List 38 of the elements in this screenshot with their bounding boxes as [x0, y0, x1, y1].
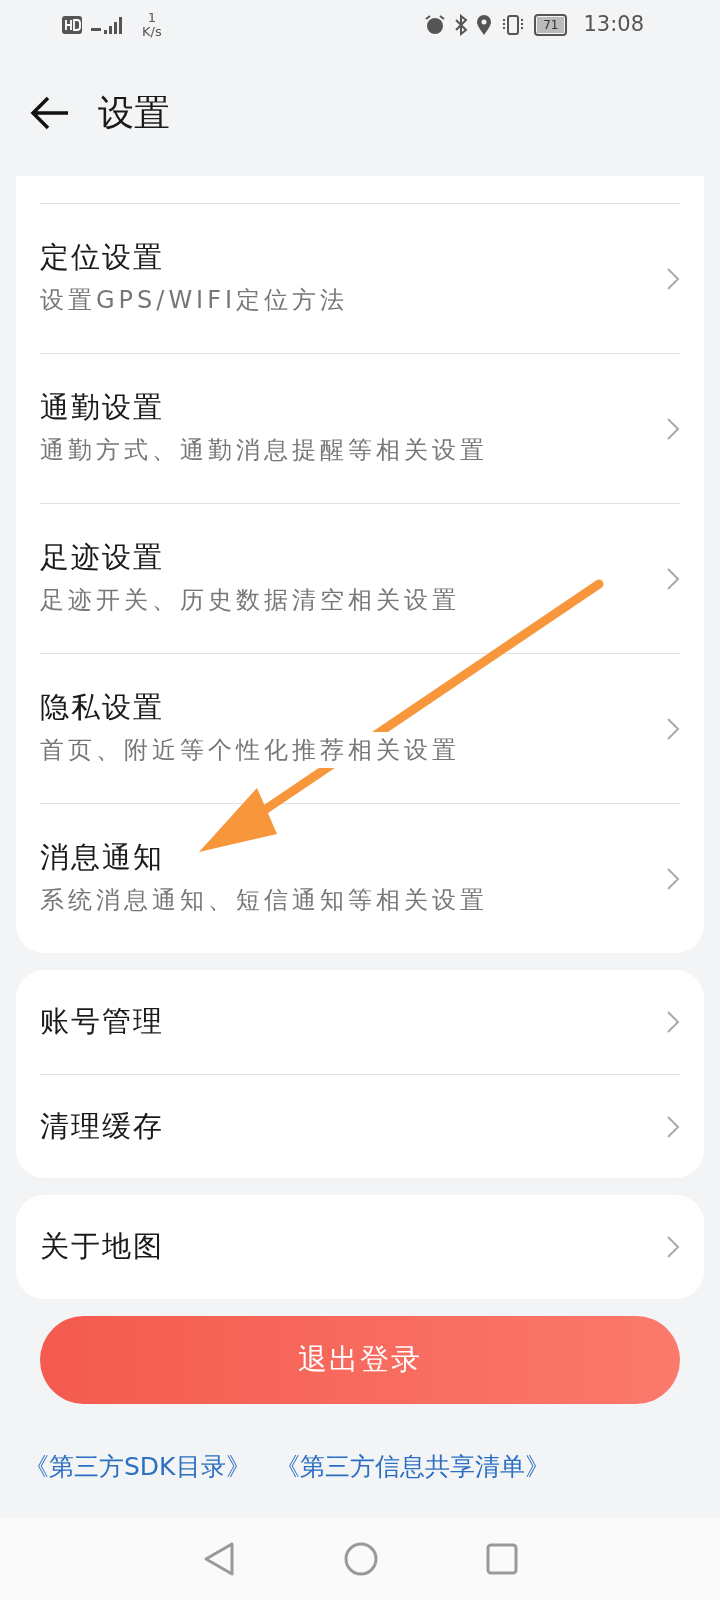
settings-item[interactable]: 清理缓存	[40, 1074, 680, 1178]
page-title: 设置	[98, 91, 170, 135]
settings-item[interactable]: 通勤设置 通勤方式、通勤消息提醒等相关设置	[40, 353, 680, 503]
hd-icon	[62, 16, 82, 34]
chevron-icon	[666, 1114, 680, 1139]
chevron-icon	[666, 416, 680, 441]
alarm-icon	[424, 14, 447, 36]
battery-level: 71	[537, 17, 565, 33]
settings-item[interactable]: 定位设置 设置GPS/WIFI定位方法	[40, 203, 680, 353]
chevron-icon	[666, 1235, 680, 1259]
item-title: 消息通知	[40, 838, 165, 876]
item-title: 定位设置	[40, 238, 165, 276]
item-title: 清理缓存	[40, 1107, 164, 1145]
item-title: 隐私设置	[40, 688, 165, 726]
item-title: 通勤设置	[40, 388, 165, 426]
chevron-icon	[666, 1010, 680, 1034]
location-icon	[476, 14, 493, 36]
settings-item[interactable]: 隐私设置 首页、附近等个性化推荐相关设置	[40, 653, 680, 803]
clock: 13:08	[583, 11, 644, 39]
net-speed-value: 1	[146, 10, 157, 25]
back-arrow-icon[interactable]	[30, 95, 70, 131]
settings-item[interactable]: 关于地图	[40, 1195, 680, 1299]
item-title: 账号管理	[40, 1003, 164, 1041]
bluetooth-icon	[454, 14, 469, 36]
document-link[interactable]: 《第三方SDK目录》	[24, 1448, 251, 1486]
settings-item[interactable]: 足迹设置 足迹开关、历史数据清空相关设置	[40, 503, 680, 653]
back-icon[interactable]	[202, 1541, 236, 1577]
home-icon[interactable]	[344, 1542, 378, 1576]
chevron-icon	[666, 716, 680, 741]
item-title: 足迹设置	[40, 538, 165, 576]
chevron-icon	[666, 266, 680, 291]
net-speed-unit: K/s	[142, 25, 162, 40]
item-title: 关于地图	[40, 1228, 164, 1266]
chevron-icon	[666, 566, 680, 591]
document-link[interactable]: 《第三方信息共享清单》	[274, 1448, 550, 1486]
recents-icon[interactable]	[486, 1543, 518, 1575]
chevron-icon	[666, 866, 680, 891]
settings-item[interactable]: 账号管理	[40, 970, 680, 1074]
